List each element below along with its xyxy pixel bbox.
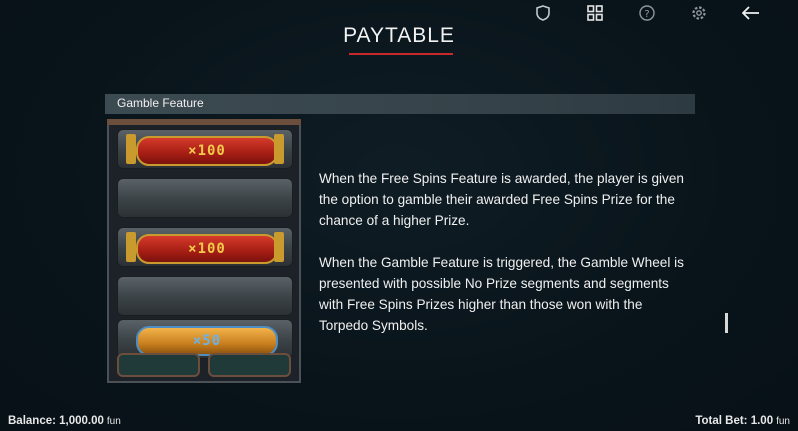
toolbar: ? (534, 4, 760, 22)
torpedo-symbol: ×100 (136, 136, 278, 166)
torpedo-rack: ×100 ×100 ×50 (107, 119, 301, 383)
title-underline (349, 53, 453, 55)
svg-text:?: ? (644, 9, 649, 20)
page-title: PAYTABLE (343, 24, 455, 47)
description-paragraph: When the Free Spins Feature is awarded, … (319, 171, 684, 228)
description: When the Free Spins Feature is awarded, … (319, 168, 691, 357)
shield-icon[interactable] (534, 4, 552, 22)
balance-label: Balance: (8, 415, 56, 427)
rack-slot-empty (117, 178, 293, 218)
balance-display: Balance: 1,000.00 fun (8, 415, 121, 427)
rack-top-rail (107, 119, 301, 125)
description-paragraph: When the Gamble Feature is triggered, th… (319, 255, 684, 333)
section-header: Gamble Feature (105, 94, 695, 114)
rack-slot: ×100 (117, 129, 293, 169)
rack-base (117, 353, 291, 377)
torpedo-fin (126, 232, 136, 262)
torpedo-fin (274, 232, 284, 262)
scrollbar-thumb[interactable] (725, 313, 728, 333)
back-arrow-icon[interactable] (742, 4, 760, 22)
torpedo-fin (274, 134, 284, 164)
balance-value: 1,000.00 (59, 415, 104, 427)
rack-base-panel (117, 353, 200, 377)
balance-unit: fun (106, 416, 121, 427)
bet-value: 1.00 (750, 415, 774, 427)
rack-base-panel (208, 353, 291, 377)
section-title: Gamble Feature (117, 96, 204, 110)
torpedo-symbol: ×50 (136, 326, 278, 356)
grid-icon[interactable] (586, 4, 604, 22)
bet-unit: fun (776, 416, 790, 427)
rack-slot: ×100 (117, 227, 293, 267)
total-bet-display: Total Bet: 1.00 fun (695, 415, 790, 427)
settings-icon[interactable] (690, 4, 708, 22)
rack-slot-empty (117, 276, 293, 316)
help-icon[interactable]: ? (638, 4, 656, 22)
torpedo-symbol: ×100 (136, 234, 278, 264)
torpedo-fin (126, 134, 136, 164)
bet-label: Total Bet: (695, 415, 748, 427)
